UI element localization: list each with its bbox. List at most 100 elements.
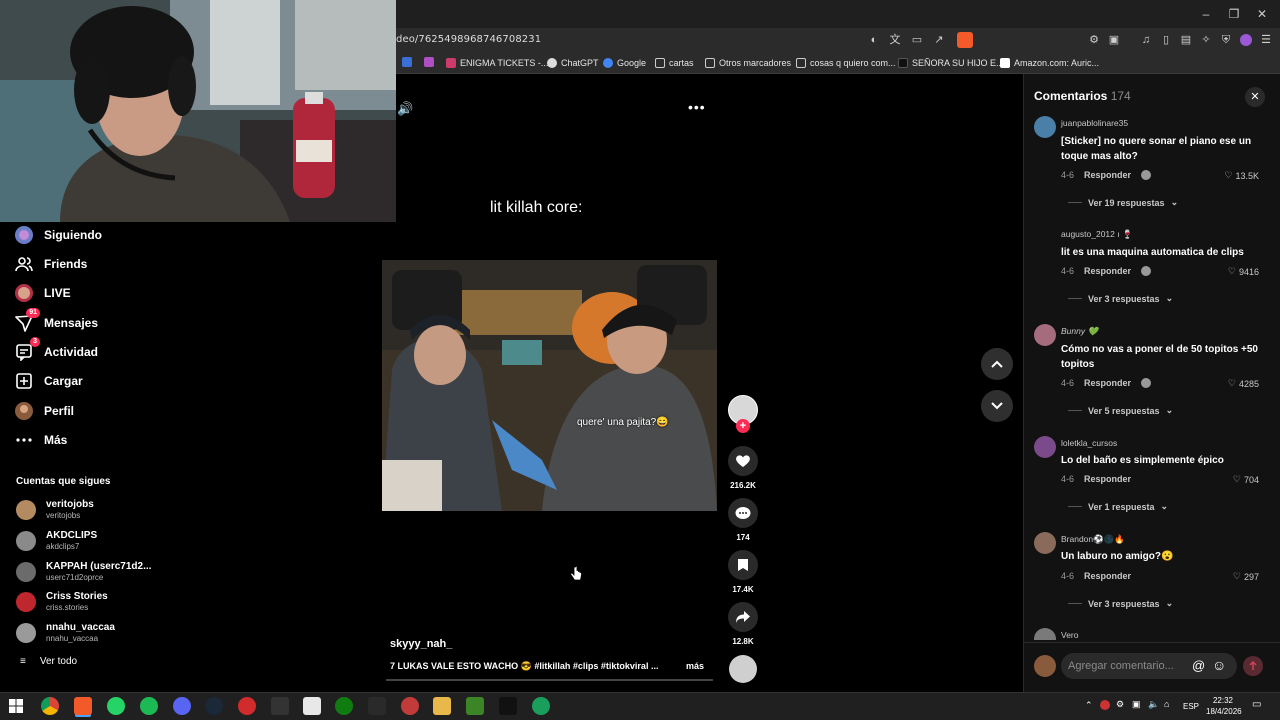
menu-icon[interactable]: ☰ [1258, 32, 1274, 48]
comment-input[interactable]: Agregar comentario... [1061, 653, 1237, 679]
bookmark-app-icon[interactable] [424, 57, 434, 67]
address-bar[interactable]: deo/7625498968746708231 [396, 34, 541, 45]
followed-account[interactable]: veritojobs veritojobs [16, 496, 94, 524]
brave-icon[interactable] [74, 697, 92, 715]
view-replies-button[interactable]: Ver 19 respuestas ⌄ [1068, 197, 1178, 208]
comment-username[interactable]: juanpablolinare35 [1061, 118, 1128, 128]
volume-tray-icon[interactable]: 🔈 [1148, 699, 1159, 710]
translate-icon[interactable]: 文 [887, 32, 903, 48]
leo-icon[interactable]: ✧ [1198, 32, 1214, 48]
avatar[interactable] [1034, 116, 1056, 138]
view-replies-button[interactable]: Ver 1 respuesta ⌄ [1068, 501, 1168, 512]
sidebar-toggle-icon[interactable]: ▯ [1158, 32, 1174, 48]
bookmark-folder[interactable]: Otros marcadores [705, 56, 791, 70]
comment-like-button[interactable]: ♡ 4285 [1228, 378, 1259, 389]
followed-account[interactable]: Criss Stories criss.stories [16, 588, 108, 616]
nav-following[interactable]: Siguiendo [14, 224, 102, 246]
windows-start-icon[interactable] [9, 699, 23, 713]
whatsapp-icon[interactable] [107, 697, 125, 715]
comment-like-button[interactable]: ♡ 704 [1233, 474, 1259, 485]
tray-app-icon[interactable]: ⚙ [1116, 699, 1124, 710]
comment-username[interactable]: Bunny 💚 [1061, 326, 1098, 337]
bookmark-item[interactable]: ChatGPT [547, 56, 599, 70]
see-all-link[interactable]: ≡ Ver todo [20, 656, 77, 667]
close-comments-button[interactable]: ✕ [1245, 87, 1265, 107]
xbox-icon[interactable] [335, 697, 353, 715]
obs-icon[interactable] [401, 697, 419, 715]
vpn-icon[interactable]: ⛨ [1218, 32, 1234, 48]
save-button[interactable] [728, 550, 758, 580]
avatar[interactable] [1034, 532, 1056, 554]
epic-games-icon[interactable] [271, 697, 289, 715]
file-explorer-icon[interactable] [433, 697, 451, 715]
nav-activity[interactable]: 3 Actividad [14, 337, 98, 363]
followed-account[interactable]: KAPPAH (userc71d2... userc71d2oprce [16, 558, 151, 586]
send-comment-button[interactable] [1243, 656, 1263, 676]
reply-button[interactable]: Responder [1084, 571, 1131, 581]
bookmark-item[interactable]: Amazon.com: Auric... [1000, 56, 1099, 70]
avatar[interactable] [1034, 324, 1056, 346]
reply-button[interactable]: Responder [1084, 266, 1131, 276]
share-button[interactable] [728, 602, 758, 632]
volume-icon[interactable]: 🔊 [397, 101, 413, 117]
nav-friends[interactable]: Friends [14, 253, 87, 275]
screenshot-icon[interactable]: ▣ [1106, 32, 1122, 48]
like-button[interactable] [728, 446, 758, 476]
comment-username[interactable]: Vero [1061, 630, 1079, 640]
cast-icon[interactable]: ▭ [909, 32, 925, 48]
app-icon[interactable] [532, 697, 550, 715]
store-icon[interactable] [303, 697, 321, 715]
bookmark-item[interactable]: ENIGMA TICKETS -... [446, 56, 548, 70]
video-author[interactable]: skyyy_nah_ [390, 638, 452, 650]
nav-live[interactable]: LIVE [14, 282, 71, 304]
previous-video-button[interactable] [981, 348, 1013, 380]
brave-shield-icon[interactable] [957, 32, 973, 48]
bookmark-app-icon[interactable] [402, 57, 412, 67]
minimize-button[interactable]: – [1198, 6, 1214, 22]
followed-account[interactable]: AKDCLIPS akdclips7 [16, 527, 97, 555]
steam-icon[interactable] [205, 697, 223, 715]
nav-profile[interactable]: Perfil [14, 400, 74, 422]
music-disc-icon[interactable] [729, 655, 757, 683]
tray-overflow-icon[interactable]: ⌃ [1085, 700, 1093, 711]
input-language[interactable]: ESP [1183, 702, 1199, 711]
share-icon[interactable]: ↗ [931, 32, 947, 48]
bookmark-item[interactable]: Google [603, 56, 646, 70]
comment-username[interactable]: augusto_2012 ı 🍷 [1061, 229, 1133, 240]
bookmark-folder[interactable]: cartas [655, 56, 694, 70]
nav-upload[interactable]: Cargar [14, 370, 83, 392]
reply-button[interactable]: Responder [1084, 474, 1131, 484]
mention-icon[interactable]: @ [1192, 658, 1205, 673]
media-icon[interactable]: ♫ [1138, 32, 1154, 48]
spotify-icon[interactable] [140, 697, 158, 715]
network-icon[interactable]: ⌂ [1164, 699, 1169, 709]
more-button[interactable]: más [686, 661, 704, 671]
tray-app-icon[interactable] [1100, 700, 1110, 710]
comment-like-button[interactable]: ♡ 9416 [1228, 266, 1259, 277]
video-player[interactable] [382, 260, 717, 511]
tray-app-icon[interactable]: ▣ [1132, 699, 1141, 710]
video-progress-bar[interactable] [386, 679, 713, 681]
notifications-icon[interactable]: ▭ [1252, 699, 1261, 710]
reply-button[interactable]: Responder [1084, 170, 1131, 180]
reply-button[interactable]: Responder [1084, 378, 1131, 388]
next-video-button[interactable] [981, 390, 1013, 422]
profile-icon[interactable] [1240, 34, 1252, 46]
reader-icon[interactable]: ◐ [866, 32, 882, 48]
view-replies-button[interactable]: Ver 5 respuestas ⌄ [1068, 405, 1173, 416]
system-clock[interactable]: 22:32 18/4/2026 [1206, 695, 1242, 717]
followed-account[interactable]: nnahu_vaccaa nnahu_vaccaa [16, 619, 115, 647]
restore-button[interactable]: ❐ [1226, 6, 1242, 22]
video-options-icon[interactable]: ••• [688, 99, 706, 115]
bookmark-item[interactable]: SEÑORA SU HIJO E... [898, 56, 1004, 70]
comment-button[interactable] [728, 498, 758, 528]
minecraft-icon[interactable] [466, 697, 484, 715]
discord-icon[interactable] [173, 697, 191, 715]
comment-username[interactable]: Brandon⚽🌑🔥 [1061, 534, 1125, 545]
view-replies-button[interactable]: Ver 3 respuestas ⌄ [1068, 293, 1173, 304]
app-icon[interactable] [238, 697, 256, 715]
chrome-icon[interactable] [41, 697, 59, 715]
close-window-button[interactable]: ✕ [1254, 6, 1270, 22]
wallet-icon[interactable]: ▤ [1178, 32, 1194, 48]
emoji-icon[interactable]: ☺ [1212, 657, 1226, 673]
